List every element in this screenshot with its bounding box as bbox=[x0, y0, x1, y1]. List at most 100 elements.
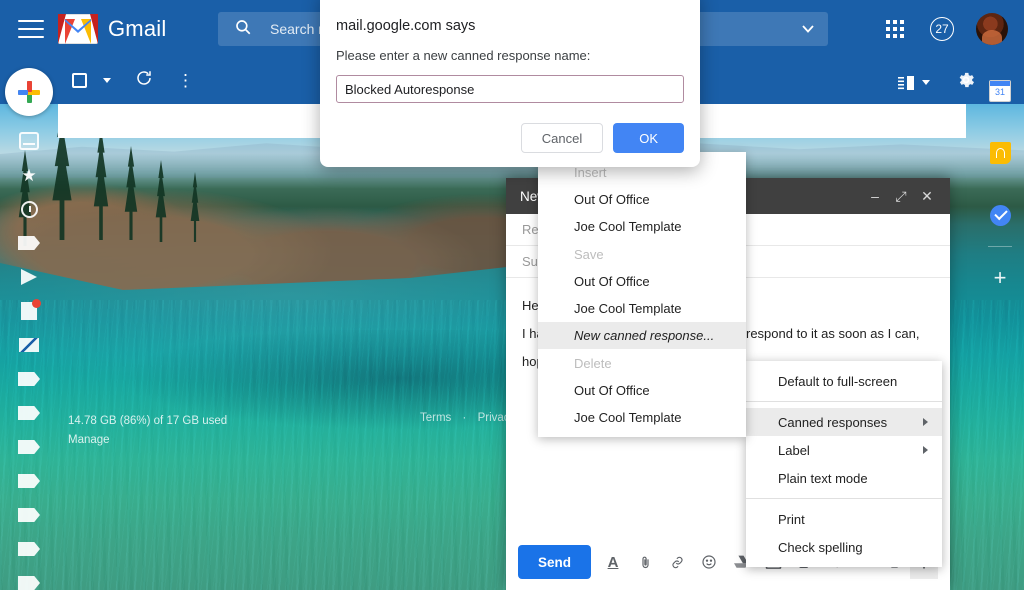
compose-more-options-menu: Default to full-screen Canned responses … bbox=[746, 361, 942, 567]
dialog-actions: Cancel OK bbox=[336, 123, 684, 153]
chevron-down-icon[interactable] bbox=[802, 20, 814, 38]
toolbar-left-group: ⋮ bbox=[72, 69, 194, 92]
menu-item-print[interactable]: Print bbox=[746, 505, 942, 533]
menu-item-label[interactable]: Label bbox=[746, 436, 942, 464]
search-icon bbox=[234, 18, 252, 41]
menu-item-label: Default to full-screen bbox=[778, 373, 898, 389]
dialog-title: mail.google.com says bbox=[336, 18, 476, 34]
menu-item-canned-responses[interactable]: Canned responses bbox=[746, 408, 942, 436]
tag-icon bbox=[18, 508, 40, 522]
insert-link-icon[interactable] bbox=[663, 545, 691, 579]
tag-icon bbox=[18, 406, 40, 420]
canned-responses-submenu: Insert Out Of Office Joe Cool Template S… bbox=[538, 152, 746, 437]
google-tasks-icon bbox=[989, 204, 1011, 226]
sidebar-item-label[interactable] bbox=[0, 498, 58, 532]
side-panel-keep[interactable] bbox=[976, 122, 1024, 184]
sidebar-rail: ★ bbox=[0, 124, 58, 590]
sidebar-item-starred[interactable]: ★ bbox=[0, 158, 58, 192]
menu-item-label: Print bbox=[778, 511, 805, 527]
side-panel-tasks[interactable] bbox=[976, 184, 1024, 246]
canned-item-insert-joe-cool-template[interactable]: Joe Cool Template bbox=[538, 213, 746, 240]
star-icon: ★ bbox=[21, 165, 37, 185]
menu-item-label: Check spelling bbox=[778, 539, 863, 555]
close-icon[interactable]: ✕ bbox=[914, 183, 940, 209]
chevron-down-icon[interactable] bbox=[103, 78, 111, 83]
minimize-icon[interactable]: – bbox=[862, 183, 888, 209]
menu-item-label: Label bbox=[778, 442, 810, 458]
side-panel-rail: 31 + bbox=[976, 60, 1024, 590]
canned-item-delete-joe-cool-template[interactable]: Joe Cool Template bbox=[538, 404, 746, 431]
manage-storage-link[interactable]: Manage bbox=[68, 431, 227, 450]
more-vertical-icon[interactable]: ⋮ bbox=[177, 72, 194, 89]
sidebar-item-snoozed[interactable] bbox=[0, 192, 58, 226]
send-button[interactable]: Send bbox=[518, 545, 592, 579]
sidebar-item-label[interactable] bbox=[0, 532, 58, 566]
google-calendar-icon: 31 bbox=[989, 80, 1011, 102]
apps-grid-icon[interactable] bbox=[886, 20, 904, 38]
inbox-icon bbox=[19, 132, 39, 150]
menu-group-delete: Delete bbox=[574, 355, 612, 371]
canned-item-delete-out-of-office[interactable]: Out Of Office bbox=[538, 377, 746, 404]
expand-icon[interactable]: ⤢ bbox=[888, 183, 914, 209]
gmail-m-logo-icon bbox=[58, 14, 98, 44]
menu-group-save: Save bbox=[574, 246, 604, 262]
insert-emoji-icon[interactable] bbox=[695, 545, 723, 579]
ok-button[interactable]: OK bbox=[613, 123, 684, 153]
sent-icon bbox=[21, 269, 37, 285]
dialog-message: Please enter a new canned response name: bbox=[336, 48, 591, 63]
canned-item-save-out-of-office[interactable]: Out Of Office bbox=[538, 268, 746, 295]
sidebar-item-important[interactable] bbox=[0, 226, 58, 260]
menu-item-default-to-full-screen[interactable]: Default to full-screen bbox=[746, 367, 942, 395]
footer-separator: · bbox=[462, 412, 467, 424]
chevron-down-icon[interactable] bbox=[922, 80, 930, 85]
envelope-icon bbox=[19, 338, 39, 352]
google-keep-icon bbox=[989, 142, 1011, 164]
menu-item-plain-text-mode[interactable]: Plain text mode bbox=[746, 464, 942, 492]
sidebar-item-label[interactable] bbox=[0, 396, 58, 430]
canned-item-save-joe-cool-template[interactable]: Joe Cool Template bbox=[538, 295, 746, 322]
tag-icon bbox=[18, 576, 40, 590]
menu-separator bbox=[746, 498, 942, 499]
menu-item-check-spelling[interactable]: Check spelling bbox=[746, 533, 942, 561]
tag-icon bbox=[18, 372, 40, 386]
notification-badge[interactable]: 27 bbox=[930, 17, 954, 41]
side-panel-calendar[interactable]: 31 bbox=[976, 60, 1024, 122]
storage-info: 14.78 GB (86%) of 17 GB used Manage bbox=[68, 412, 227, 450]
compose-button[interactable] bbox=[5, 68, 53, 116]
split-view-icon[interactable] bbox=[898, 75, 930, 90]
hamburger-icon[interactable] bbox=[18, 20, 44, 38]
sidebar-item-label[interactable] bbox=[0, 464, 58, 498]
attach-file-icon[interactable] bbox=[631, 545, 659, 579]
storage-usage-text: 14.78 GB (86%) of 17 GB used bbox=[68, 415, 228, 427]
side-panel-add-ons[interactable]: + bbox=[976, 247, 1024, 309]
refresh-icon[interactable] bbox=[135, 69, 153, 92]
menu-separator bbox=[746, 401, 942, 402]
select-all-checkbox[interactable] bbox=[72, 73, 87, 88]
canned-response-name-input[interactable] bbox=[336, 75, 684, 103]
sidebar-item-label[interactable] bbox=[0, 362, 58, 396]
sidebar-item-all-mail[interactable] bbox=[0, 328, 58, 362]
javascript-prompt-dialog: mail.google.com says Please enter a new … bbox=[320, 0, 700, 167]
toolbar-right-group bbox=[898, 70, 976, 95]
tag-icon bbox=[18, 474, 40, 488]
sidebar-item-label[interactable] bbox=[0, 566, 58, 590]
canned-item-new-canned-response[interactable]: New canned response... bbox=[538, 322, 746, 349]
format-text-icon[interactable]: A bbox=[599, 545, 627, 579]
submenu-arrow-icon bbox=[923, 418, 928, 426]
sidebar-item-drafts[interactable] bbox=[0, 294, 58, 328]
draft-icon bbox=[21, 299, 41, 320]
tag-icon bbox=[18, 542, 40, 556]
gear-icon[interactable] bbox=[956, 70, 976, 95]
cancel-button[interactable]: Cancel bbox=[520, 123, 604, 153]
brand-name: Gmail bbox=[108, 16, 167, 41]
terms-link[interactable]: Terms bbox=[420, 412, 451, 424]
plus-icon: + bbox=[993, 265, 1007, 290]
avatar[interactable] bbox=[976, 13, 1008, 45]
sidebar-item-sent[interactable] bbox=[0, 260, 58, 294]
canned-item-insert-out-of-office[interactable]: Out Of Office bbox=[538, 186, 746, 213]
sidebar-item-inbox[interactable] bbox=[0, 124, 58, 158]
sidebar-item-label[interactable] bbox=[0, 430, 58, 464]
clock-icon bbox=[20, 200, 38, 218]
menu-item-label: Plain text mode bbox=[778, 470, 868, 486]
submenu-arrow-icon bbox=[923, 446, 928, 454]
